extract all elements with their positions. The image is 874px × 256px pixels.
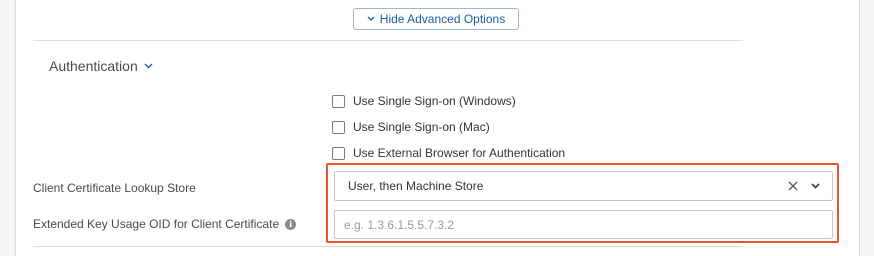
- checkbox-label: Use Single Sign-on (Mac): [353, 120, 490, 134]
- hide-advanced-options-button[interactable]: Hide Advanced Options: [353, 8, 519, 30]
- cert-store-label: Client Certificate Lookup Store: [33, 181, 196, 195]
- checkbox-row-sso-mac[interactable]: Use Single Sign-on (Mac): [332, 119, 490, 135]
- checkbox-label: Use External Browser for Authentication: [353, 146, 566, 160]
- chevron-down-icon: [367, 15, 375, 23]
- sso-windows-checkbox[interactable]: [332, 94, 345, 108]
- checkbox-label: Use Single Sign-on (Windows): [353, 94, 516, 108]
- checkbox-row-sso-windows[interactable]: Use Single Sign-on (Windows): [332, 93, 516, 109]
- eku-oid-label: Extended Key Usage OID for Client Certif…: [33, 217, 280, 231]
- divider: [33, 40, 743, 41]
- eku-oid-label-row: Extended Key Usage OID for Client Certif…: [33, 217, 297, 231]
- eku-oid-input[interactable]: [334, 210, 833, 239]
- cert-store-label-row: Client Certificate Lookup Store: [33, 181, 196, 195]
- cert-store-value: User, then Machine Store: [348, 179, 484, 193]
- authentication-section-header[interactable]: Authentication: [49, 57, 153, 75]
- hide-advanced-options-label: Hide Advanced Options: [379, 12, 506, 26]
- close-icon[interactable]: [786, 179, 800, 193]
- chevron-down-icon: [144, 63, 153, 69]
- checkbox-row-external-browser[interactable]: Use External Browser for Authentication: [332, 145, 565, 161]
- page: Hide Advanced Options Authentication Use…: [0, 0, 874, 256]
- external-browser-checkbox[interactable]: [332, 146, 345, 160]
- chevron-down-icon[interactable]: [808, 179, 822, 193]
- divider: [33, 246, 743, 247]
- section-title: Authentication: [49, 58, 138, 74]
- info-icon[interactable]: i: [285, 218, 297, 230]
- sso-mac-checkbox[interactable]: [332, 120, 345, 134]
- cert-store-select[interactable]: User, then Machine Store: [334, 171, 833, 201]
